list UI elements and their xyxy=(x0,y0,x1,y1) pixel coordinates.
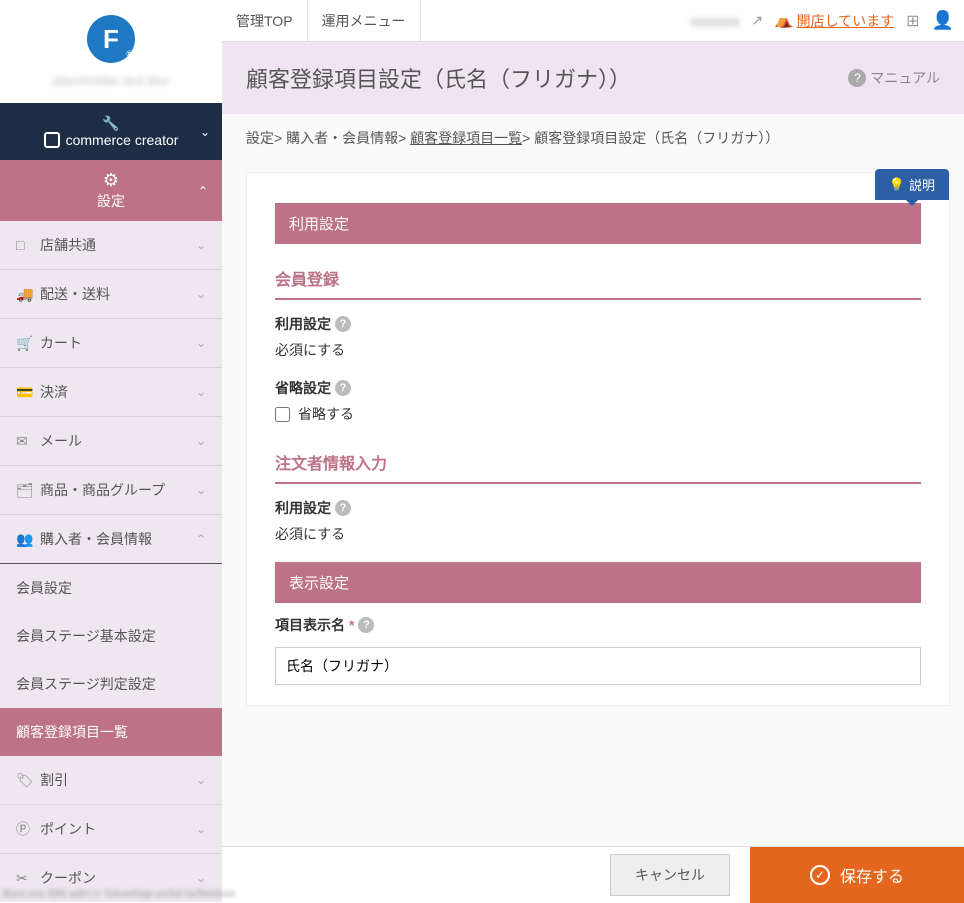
chevron-down-icon: ⌄ xyxy=(196,238,206,252)
mail-icon: ✉ xyxy=(16,433,32,450)
chevron-down-icon: ⌄ xyxy=(196,822,206,836)
chevron-up-icon: ⌃ xyxy=(198,184,208,198)
checkbox-omit[interactable] xyxy=(275,407,290,422)
chevron-down-icon: ⌄ xyxy=(196,773,206,787)
sidebar-item-points[interactable]: Ⓟポイント⌄ xyxy=(0,805,222,854)
sidebar-item-buyer[interactable]: 👥購入者・会員情報⌃ xyxy=(0,515,222,564)
open-store-link[interactable]: ⛺開店しています xyxy=(775,11,894,31)
coupon-icon: ✂ xyxy=(16,870,32,887)
cancel-button[interactable]: キャンセル xyxy=(610,854,730,896)
display-icon: □ xyxy=(16,237,32,253)
value-usage: 必須にする xyxy=(275,340,921,360)
sidebar-sub-stage-basic[interactable]: 会員ステージ基本設定 xyxy=(0,612,222,660)
sidebar-item-payment[interactable]: 💳決済⌄ xyxy=(0,368,222,417)
sidebar-item-mail[interactable]: ✉メール⌄ xyxy=(0,417,222,466)
help-icon[interactable]: ? xyxy=(335,500,351,516)
tag-icon: 🏷 xyxy=(16,772,32,789)
users-icon: 👥 xyxy=(16,531,32,548)
logo-subtitle: placeholder text blur xyxy=(52,73,169,88)
user-name: xxxxxxx xyxy=(690,13,739,29)
external-link-icon[interactable]: ↗ xyxy=(751,12,763,29)
sidebar-sub-customer-items[interactable]: 顧客登録項目一覧 xyxy=(0,708,222,756)
chevron-down-icon: ⌄ xyxy=(196,483,206,497)
chevron-down-icon: ⌄ xyxy=(196,871,206,885)
label-omit: 省略設定? xyxy=(275,378,921,398)
save-button[interactable]: ✓保存する xyxy=(750,847,964,903)
section-usage: 利用設定 xyxy=(275,203,921,244)
cart-icon: 🛒 xyxy=(16,335,32,352)
check-icon: ✓ xyxy=(810,865,830,885)
input-display-name[interactable] xyxy=(275,647,921,685)
chevron-down-icon: ⌄ xyxy=(196,434,206,448)
nav-settings[interactable]: ⚙ 設定 ⌃ xyxy=(0,160,222,221)
breadcrumb-link[interactable]: 顧客登録項目一覧 xyxy=(410,130,522,146)
shop-icon: ⛺ xyxy=(775,12,792,29)
label-usage2: 利用設定? xyxy=(275,498,921,518)
topbar: 管理TOP 運用メニュー xxxxxxx ↗ ⛺開店しています ⊞ 👤 xyxy=(222,0,964,42)
help-icon[interactable]: ? xyxy=(335,316,351,332)
sidebar-sub-member[interactable]: 会員設定 xyxy=(0,564,222,612)
point-icon: Ⓟ xyxy=(16,819,32,839)
sidebar-item-products[interactable]: 🗂商品・商品グループ⌄ xyxy=(0,466,222,515)
gear-icon: ⚙ xyxy=(10,170,212,191)
breadcrumb: 設定> 購入者・会員情報> 顧客登録項目一覧> 顧客登録項目設定（氏名（フリガナ… xyxy=(222,114,964,162)
help-icon[interactable]: ? xyxy=(358,617,374,633)
subhead-member: 会員登録 xyxy=(275,258,921,300)
logo-area: F® placeholder text blur xyxy=(0,0,222,103)
package-icon: 🗂 xyxy=(16,482,32,499)
apps-icon[interactable]: ⊞ xyxy=(906,11,919,31)
chevron-up-icon: ⌃ xyxy=(196,532,206,546)
label-usage: 利用設定? xyxy=(275,314,921,334)
chevron-down-icon: ⌄ xyxy=(196,287,206,301)
cube-icon xyxy=(44,132,60,148)
card-icon: 💳 xyxy=(16,384,32,401)
logo-icon: F® xyxy=(87,15,135,63)
value-usage2: 必須にする xyxy=(275,524,921,544)
explain-badge[interactable]: 💡説明 xyxy=(875,169,949,200)
bulb-icon: 💡 xyxy=(889,177,905,193)
question-icon: ? xyxy=(848,69,866,87)
manual-link[interactable]: ?マニュアル xyxy=(848,68,940,88)
chevron-down-icon: ⌄ xyxy=(196,385,206,399)
section-display: 表示設定 xyxy=(275,562,921,603)
subhead-order: 注文者情報入力 xyxy=(275,442,921,484)
help-icon[interactable]: ? xyxy=(335,380,351,396)
sidebar-item-cart[interactable]: 🛒カート⌄ xyxy=(0,319,222,368)
chevron-down-icon: ⌄ xyxy=(196,336,206,350)
checkbox-omit-label: 省略する xyxy=(298,404,354,424)
wrench-icon: 🔧 xyxy=(102,115,119,132)
chevron-down-icon: ⌄ xyxy=(200,125,210,139)
user-icon[interactable]: 👤 xyxy=(932,10,954,31)
sidebar-item-discount[interactable]: 🏷割引⌄ xyxy=(0,756,222,805)
label-display-name: 項目表示名*? xyxy=(275,615,921,635)
tab-admin-top[interactable]: 管理TOP xyxy=(222,1,308,41)
sidebar-sub-stage-judge[interactable]: 会員ステージ判定設定 xyxy=(0,660,222,708)
status-url: itbox:xxx 886 adm i= futurehop-xx/txl=ix… xyxy=(2,888,235,900)
nav-commerce-creator[interactable]: 🔧 commerce creator ⌄ xyxy=(0,103,222,160)
page-title: 顧客登録項目設定（氏名（フリガナ）） xyxy=(246,62,631,94)
tab-ops-menu[interactable]: 運用メニュー xyxy=(308,1,421,41)
truck-icon: 🚚 xyxy=(16,286,32,303)
sidebar-item-store[interactable]: □店舗共通⌄ xyxy=(0,221,222,270)
sidebar-item-shipping[interactable]: 🚚配送・送料⌄ xyxy=(0,270,222,319)
